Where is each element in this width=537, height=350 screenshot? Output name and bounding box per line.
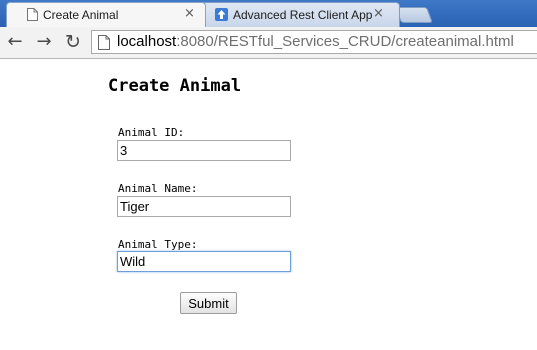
url-text: localhost:8080/RESTful_Services_CRUD/cre… <box>117 33 514 50</box>
animal-type-input[interactable] <box>117 251 291 272</box>
url-path: :8080/RESTful_Services_CRUD/createanimal… <box>176 33 514 50</box>
address-bar[interactable]: localhost:8080/RESTful_Services_CRUD/cre… <box>91 30 537 54</box>
tab-title: Advanced Rest Client App <box>233 8 373 22</box>
tab-strip: Create Animal × Advanced Rest Client App… <box>0 0 537 27</box>
upload-arrow-icon <box>215 8 228 21</box>
page-content: Create Animal Animal ID: Animal Name: An… <box>0 59 537 350</box>
browser-toolbar: ← → ↻ localhost:8080/RESTful_Services_CR… <box>0 27 537 59</box>
url-host: localhost <box>117 33 177 50</box>
animal-name-input[interactable] <box>117 196 291 217</box>
tab-title: Create Animal <box>43 8 119 22</box>
reload-icon[interactable]: ↻ <box>63 32 83 52</box>
animal-type-label: Animal Type: <box>118 238 198 251</box>
tab-advanced-rest-client[interactable]: Advanced Rest Client App × <box>200 2 400 27</box>
tab-create-animal[interactable]: Create Animal × <box>6 2 206 27</box>
submit-button[interactable]: Submit <box>180 292 237 314</box>
close-tab-icon[interactable]: × <box>373 6 384 21</box>
close-tab-icon[interactable]: × <box>184 6 195 21</box>
page-icon <box>27 8 38 21</box>
page-title: Create Animal <box>108 76 242 96</box>
animal-id-input[interactable] <box>117 140 291 161</box>
page-icon <box>98 35 110 50</box>
animal-id-label: Animal ID: <box>118 126 185 139</box>
forward-arrow-icon[interactable]: → <box>34 32 54 52</box>
new-tab-button[interactable] <box>395 7 433 23</box>
back-arrow-icon[interactable]: ← <box>5 32 25 52</box>
animal-name-label: Animal Name: <box>118 182 198 195</box>
